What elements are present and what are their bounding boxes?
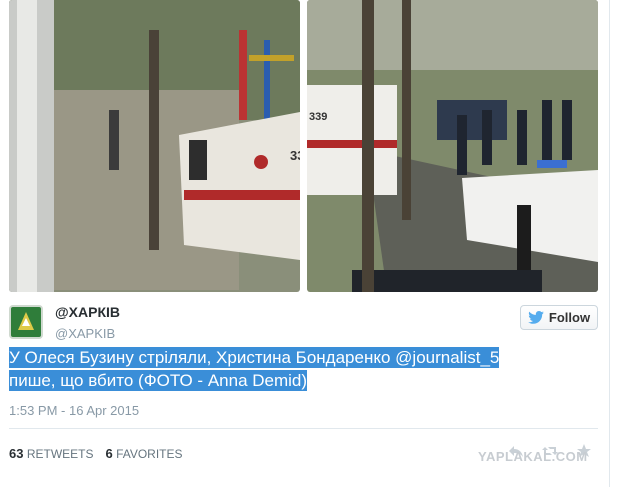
follow-label: Follow [548, 310, 591, 325]
avatar[interactable] [9, 305, 43, 339]
retweets-stat[interactable]: 63 RETWEETS [9, 446, 93, 461]
tweet-photo-left[interactable]: 33 [9, 0, 300, 292]
follow-button[interactable]: Follow [520, 305, 598, 330]
tweet-timestamp[interactable]: 1:53 PM - 16 Apr 2015 [9, 403, 139, 418]
ambulance-number: 339 [309, 111, 327, 123]
ambulance-number: 33 [290, 148, 300, 163]
retweets-label: RETWEETS [26, 447, 94, 461]
tweet-photo-right[interactable]: 339 [307, 0, 598, 292]
favorites-count: 6 [105, 446, 113, 461]
ambulance-photo: 33 [9, 0, 300, 292]
tweet-text: У Олеся Бузину стріляли, Христина Бондар… [9, 346, 599, 392]
tweet-card: 33 339 [0, 0, 610, 487]
retweets-count: 63 [9, 446, 24, 461]
tweet-text-line-1[interactable]: У Олеся Бузину стріляли, Христина Бондар… [9, 347, 500, 368]
divider [9, 428, 598, 429]
tweet-stats: 63 RETWEETS 6 FAVORITES [9, 446, 183, 461]
tweet-text-line-2[interactable]: пише, що вбито (ФОТО - Anna Demid) [9, 370, 308, 391]
user-screen-name[interactable]: @XAPKIB [55, 326, 115, 341]
twitter-bird-icon [528, 311, 544, 324]
watermark: YAPLAKAL.COM [478, 449, 588, 464]
favorites-stat[interactable]: 6 FAVORITES [105, 446, 182, 461]
kharkiv-emblem-icon [12, 308, 40, 336]
police-scene-photo: 339 [307, 0, 598, 292]
favorites-label: FAVORITES [116, 447, 183, 461]
user-display-name[interactable]: @ХАРКІВ [55, 304, 120, 320]
